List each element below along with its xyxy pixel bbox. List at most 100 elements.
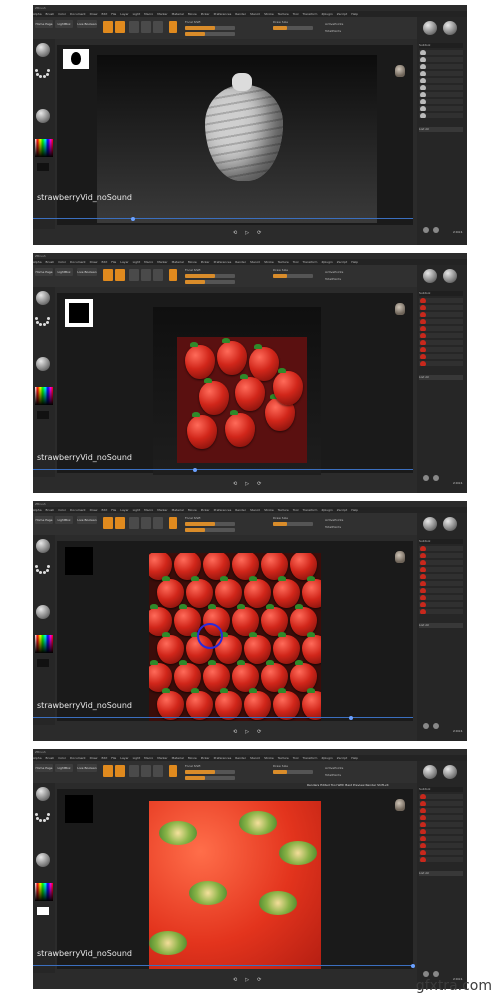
menu-item-macro[interactable]: Macro bbox=[144, 260, 153, 264]
stroke-dot[interactable] bbox=[47, 565, 50, 568]
menu-item-color[interactable]: Color bbox=[58, 260, 66, 264]
color-picker[interactable] bbox=[35, 883, 53, 901]
subtool-row[interactable] bbox=[419, 333, 463, 338]
menu-item-file[interactable]: File bbox=[111, 508, 116, 512]
draw-size-slider[interactable] bbox=[273, 522, 313, 526]
menu-item-tool[interactable]: Tool bbox=[293, 756, 299, 760]
brush-thumbnail[interactable] bbox=[36, 539, 50, 553]
settings-icon[interactable] bbox=[423, 723, 429, 729]
document-canvas[interactable]: Renders Edited Tool With Best Preview Re… bbox=[57, 783, 413, 969]
draw-button[interactable] bbox=[115, 21, 125, 33]
stroke-dot[interactable] bbox=[35, 565, 38, 568]
brush-icon[interactable] bbox=[433, 227, 439, 233]
rewind-icon[interactable]: ⟲ bbox=[233, 977, 237, 983]
main-color-swatch[interactable] bbox=[37, 411, 49, 419]
subtool-row[interactable] bbox=[419, 822, 463, 827]
focal-shift-slider[interactable] bbox=[185, 522, 235, 526]
edit-button[interactable] bbox=[103, 21, 113, 33]
menu-item-macro[interactable]: Macro bbox=[144, 12, 153, 16]
menu-item-material[interactable]: Material bbox=[172, 12, 184, 16]
lightbox-button[interactable]: LightBox bbox=[55, 20, 73, 28]
stroke-dot[interactable] bbox=[39, 818, 43, 822]
stroke-dot[interactable] bbox=[35, 317, 38, 320]
subtool-row[interactable] bbox=[419, 815, 463, 820]
menu-item-light[interactable]: Light bbox=[133, 756, 141, 760]
menu-item-stencil[interactable]: Stencil bbox=[250, 508, 260, 512]
move-button[interactable] bbox=[129, 21, 139, 33]
live-boolean-button[interactable]: Live Boolean bbox=[77, 20, 97, 28]
rgb-intensity-slider[interactable] bbox=[185, 32, 235, 36]
menu-item-draw[interactable]: Draw bbox=[90, 260, 98, 264]
subtool-row[interactable] bbox=[419, 829, 463, 834]
menu-item-file[interactable]: File bbox=[111, 756, 116, 760]
menu-item-zplugin[interactable]: Zplugin bbox=[321, 508, 332, 512]
stroke-dot[interactable] bbox=[36, 320, 40, 324]
live-boolean-button[interactable]: Live Boolean bbox=[77, 268, 97, 276]
menu-item-brush[interactable]: Brush bbox=[46, 508, 55, 512]
subtool-row[interactable] bbox=[419, 843, 463, 848]
brush-thumbnail[interactable] bbox=[36, 291, 50, 305]
menu-item-help[interactable]: Help bbox=[351, 756, 358, 760]
subtool-row[interactable] bbox=[419, 298, 463, 303]
draw-button[interactable] bbox=[115, 517, 125, 529]
stroke-dot[interactable] bbox=[36, 816, 40, 820]
subtool-row[interactable] bbox=[419, 588, 463, 593]
navigation-head-icon[interactable] bbox=[395, 303, 405, 315]
edit-button[interactable] bbox=[103, 765, 113, 777]
scale-button[interactable] bbox=[141, 269, 151, 281]
menu-item-material[interactable]: Material bbox=[172, 756, 184, 760]
stroke-dot[interactable] bbox=[35, 69, 38, 72]
menu-item-document[interactable]: Document bbox=[70, 12, 86, 16]
scale-button[interactable] bbox=[141, 765, 151, 777]
menu-item-layer[interactable]: Layer bbox=[120, 508, 128, 512]
menu-item-document[interactable]: Document bbox=[70, 260, 86, 264]
rewind-icon[interactable]: ⟲ bbox=[233, 481, 237, 487]
brush-icon[interactable] bbox=[433, 723, 439, 729]
menu-item-layer[interactable]: Layer bbox=[120, 756, 128, 760]
list-all-button[interactable]: List All bbox=[419, 375, 463, 380]
menu-item-macro[interactable]: Macro bbox=[144, 508, 153, 512]
menu-item-light[interactable]: Light bbox=[133, 12, 141, 16]
menu-item-edit[interactable]: Edit bbox=[101, 508, 107, 512]
move-button[interactable] bbox=[129, 765, 139, 777]
timeline-playhead[interactable] bbox=[349, 715, 353, 720]
brush-thumbnail[interactable] bbox=[36, 43, 50, 57]
document-canvas[interactable] bbox=[57, 541, 413, 721]
menu-item-marker[interactable]: Marker bbox=[157, 12, 167, 16]
menu-item-tool[interactable]: Tool bbox=[293, 12, 299, 16]
menu-item-zplugin[interactable]: Zplugin bbox=[321, 260, 332, 264]
menu-item-tool[interactable]: Tool bbox=[293, 508, 299, 512]
list-all-button[interactable]: List All bbox=[419, 623, 463, 628]
menu-item-zscript[interactable]: Zscript bbox=[337, 12, 347, 16]
menu-item-color[interactable]: Color bbox=[58, 12, 66, 16]
subtool-row[interactable] bbox=[419, 326, 463, 331]
brush-icon[interactable] bbox=[433, 475, 439, 481]
focal-shift-slider[interactable] bbox=[185, 26, 235, 30]
stroke-dot[interactable] bbox=[45, 568, 49, 572]
subtool-row[interactable] bbox=[419, 57, 463, 62]
menu-item-render[interactable]: Render bbox=[235, 260, 246, 264]
play-icon[interactable]: ▷ bbox=[245, 481, 249, 487]
menu-item-draw[interactable]: Draw bbox=[90, 756, 98, 760]
lightbox-button[interactable]: LightBox bbox=[55, 268, 73, 276]
menu-item-alpha[interactable]: Alpha bbox=[33, 756, 42, 760]
menu-item-transform[interactable]: Transform bbox=[303, 756, 318, 760]
subtool-row[interactable] bbox=[419, 850, 463, 855]
rotate-button[interactable] bbox=[153, 765, 163, 777]
stroke-dot[interactable] bbox=[39, 570, 43, 574]
settings-icon[interactable] bbox=[423, 475, 429, 481]
home-page-button[interactable]: Home Page bbox=[35, 764, 53, 772]
material-thumbnail[interactable] bbox=[36, 357, 50, 371]
menu-item-picker[interactable]: Picker bbox=[201, 260, 210, 264]
menu-item-macro[interactable]: Macro bbox=[144, 756, 153, 760]
menu-item-layer[interactable]: Layer bbox=[120, 12, 128, 16]
forward-icon[interactable]: ⟳ bbox=[257, 729, 261, 735]
draw-size-slider[interactable] bbox=[273, 770, 313, 774]
mrgb-button[interactable] bbox=[169, 21, 177, 33]
subtool-row[interactable] bbox=[419, 64, 463, 69]
menu-item-preferences[interactable]: Preferences bbox=[214, 508, 232, 512]
material-thumbnail[interactable] bbox=[36, 853, 50, 867]
menu-item-file[interactable]: File bbox=[111, 12, 116, 16]
color-picker[interactable] bbox=[35, 139, 53, 157]
menu-item-preferences[interactable]: Preferences bbox=[214, 12, 232, 16]
